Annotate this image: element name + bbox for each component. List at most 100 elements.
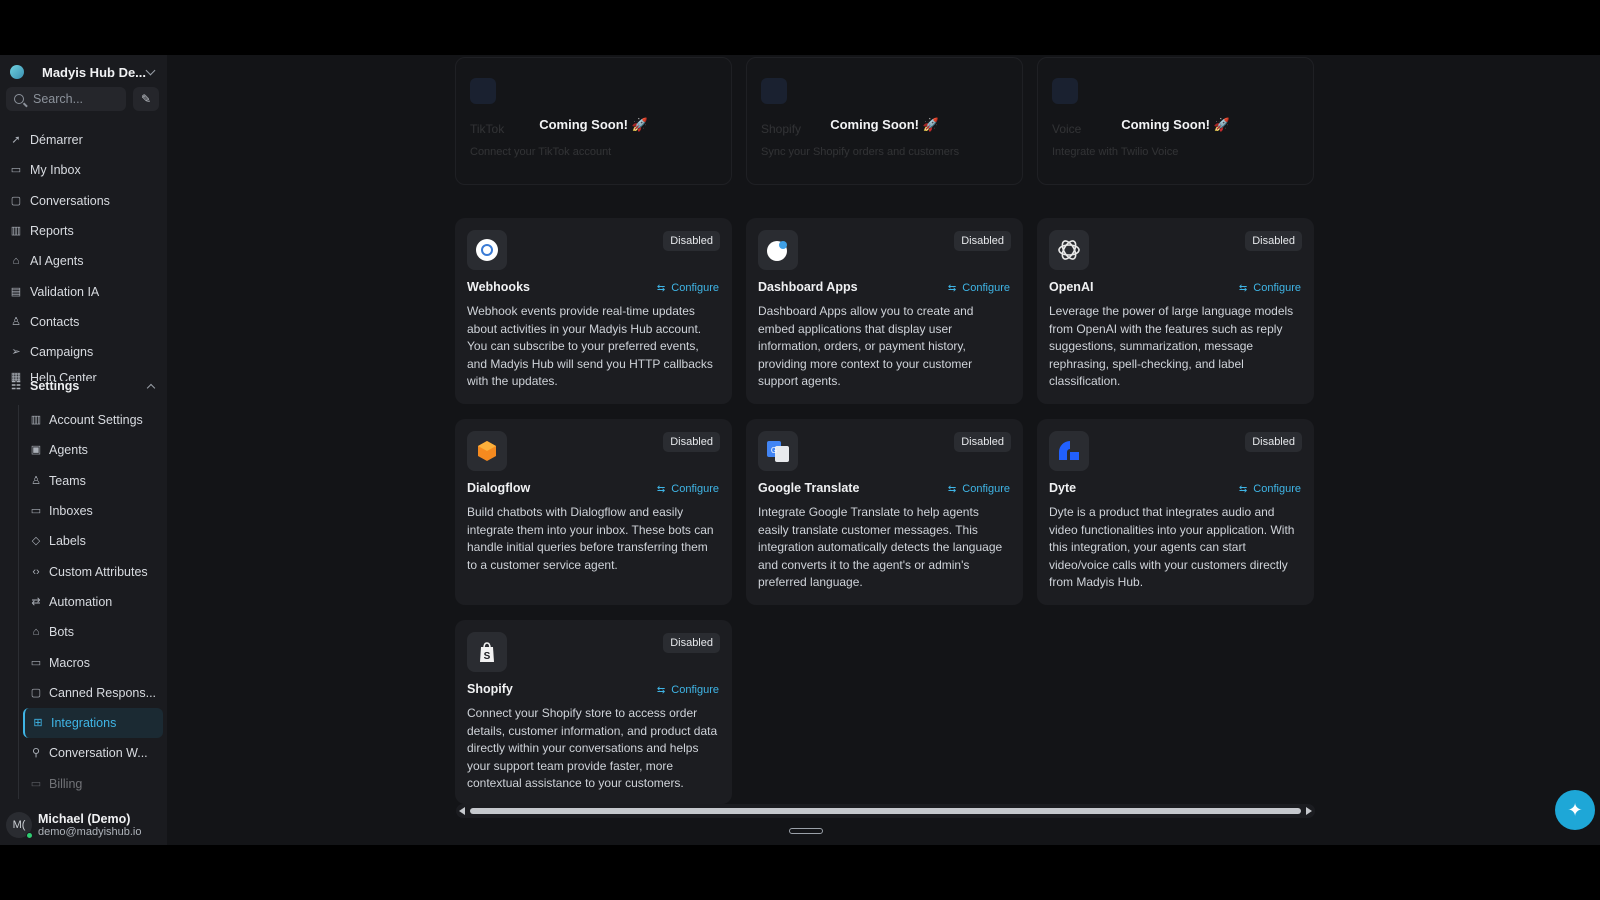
status-badge: Disabled bbox=[954, 231, 1011, 251]
compose-button[interactable]: ✎ bbox=[133, 87, 159, 111]
coming-soon-desc: Sync your Shopify orders and customers bbox=[761, 146, 960, 158]
sidebar-item-teams[interactable]: ♙ Teams bbox=[19, 466, 163, 496]
credit-card-icon: ▭ bbox=[30, 777, 42, 790]
webhook-icon bbox=[467, 230, 507, 270]
configure-label: Configure bbox=[671, 483, 719, 495]
svg-text:G: G bbox=[771, 446, 777, 455]
coming-soon-label: Coming Soon! 🚀 bbox=[1121, 117, 1230, 132]
sidebar-item-agents[interactable]: ▣ Agents bbox=[19, 435, 163, 465]
settings-sliders-icon: ⇆ bbox=[1238, 282, 1248, 294]
sidebar-item-label: Teams bbox=[49, 473, 86, 488]
search-icon bbox=[14, 94, 24, 104]
dashboard-apps-icon bbox=[758, 230, 798, 270]
integration-card-webhooks: Disabled Webhooks ⇆ Configure Webhook eve… bbox=[455, 218, 732, 404]
configure-label: Configure bbox=[1253, 282, 1301, 294]
nav-item-demarrer[interactable]: ➚ Démarrer bbox=[10, 125, 160, 155]
sidebar-item-automation[interactable]: ⇄ Automation bbox=[19, 587, 163, 617]
configure-button[interactable]: ⇆ Configure bbox=[948, 483, 1010, 495]
integration-description: Leverage the power of large language mod… bbox=[1049, 304, 1294, 389]
nav-item-my-inbox[interactable]: ▭ My Inbox bbox=[10, 155, 160, 185]
scrollbar-thumb[interactable] bbox=[470, 808, 1301, 814]
configure-button[interactable]: ⇆ Configure bbox=[1239, 483, 1301, 495]
configure-button[interactable]: ⇆ Configure bbox=[657, 282, 719, 294]
nav-item-label: Démarrer bbox=[30, 133, 83, 148]
nav-item-validation-ia[interactable]: ▤ Validation IA bbox=[10, 276, 160, 306]
message-square-icon: ▢ bbox=[30, 686, 42, 699]
chart-icon: ▥ bbox=[10, 225, 22, 238]
integration-description: Dyte is a product that integrates audio … bbox=[1049, 505, 1295, 590]
sidebar-item-custom-attributes[interactable]: ‹› Custom Attributes bbox=[19, 556, 163, 586]
grid-plus-icon: ⊞ bbox=[33, 717, 43, 730]
sidebar-item-integrations[interactable]: ⊞ Integrations bbox=[23, 707, 163, 739]
configure-button[interactable]: ⇆ Configure bbox=[948, 282, 1010, 294]
repeat-icon: ⇄ bbox=[31, 595, 41, 608]
integrations-page: TikTok Connect your TikTok account Coming… bbox=[167, 55, 1600, 845]
integration-title: Dashboard Apps bbox=[758, 280, 858, 294]
bot-icon: ⌂ bbox=[12, 255, 20, 268]
sidebar-item-inboxes[interactable]: ▭ Inboxes bbox=[19, 496, 163, 526]
nav-item-conversations[interactable]: ▢ Conversations bbox=[10, 186, 160, 216]
integration-title: Dyte bbox=[1049, 481, 1077, 495]
status-badge: Disabled bbox=[663, 633, 720, 653]
configure-button[interactable]: ⇆ Configure bbox=[657, 684, 719, 696]
sidebar-item-label: Billing bbox=[49, 776, 83, 791]
rocket-icon: ➚ bbox=[11, 134, 21, 147]
coming-soon-desc: Integrate with Twilio Voice bbox=[1052, 146, 1179, 158]
sidebar-item-billing[interactable]: ▭ Billing bbox=[19, 769, 163, 799]
settings-submenu: ▥ Account Settings ▣ Agents ♙ Teams ▭ Inboxe… bbox=[18, 405, 163, 799]
nav-item-campaigns[interactable]: ➢ Campaigns bbox=[10, 337, 160, 367]
nav-item-reports[interactable]: ▥ Reports bbox=[10, 216, 160, 246]
sidebar-item-label: Canned Respons... bbox=[49, 685, 157, 700]
sidebar-item-label: Custom Attributes bbox=[49, 564, 148, 579]
nav-item-label: Contacts bbox=[30, 314, 80, 329]
user-profile[interactable]: M( Michael (Demo) demo@madyishub.io bbox=[6, 810, 164, 840]
sidebar-item-label: Macros bbox=[49, 655, 90, 670]
google-translate-icon: G bbox=[758, 431, 798, 471]
sidebar-item-labels[interactable]: ◇ Labels bbox=[19, 526, 163, 556]
ai-assistant-button[interactable]: ✦ bbox=[1555, 790, 1595, 830]
sidebar-item-account-settings[interactable]: ▥ Account Settings bbox=[19, 405, 163, 435]
status-badge: Disabled bbox=[1245, 432, 1302, 452]
nav-item-contacts[interactable]: ♙ Contacts bbox=[10, 307, 160, 337]
integration-card-dyte: Disabled Dyte ⇆ Configure Dyte is a produ… bbox=[1037, 419, 1314, 605]
scroll-right-icon[interactable] bbox=[1306, 807, 1312, 815]
horizontal-scrollbar[interactable] bbox=[456, 804, 1315, 818]
integration-description: Connect your Shopify store to access ord… bbox=[467, 706, 718, 791]
nav-item-ai-agents[interactable]: ⌂ AI Agents bbox=[10, 246, 160, 276]
coming-soon-card: Voice Integrate with Twilio Voice Coming … bbox=[1037, 57, 1314, 185]
sidebar-item-conversation-workflows[interactable]: ⚲ Conversation W... bbox=[19, 738, 163, 768]
clipboard-icon: ▤ bbox=[10, 285, 22, 298]
status-badge: Disabled bbox=[663, 432, 720, 452]
integration-card-google-translate: G Disabled Google Translate ⇆ Configure I… bbox=[746, 419, 1023, 605]
search-placeholder: Search... bbox=[33, 92, 84, 106]
sidebar-item-macros[interactable]: ▭ Macros bbox=[19, 647, 163, 677]
search-input[interactable]: Search... bbox=[6, 87, 126, 111]
workspace-logo-icon bbox=[10, 65, 24, 79]
nav-item-label: AI Agents bbox=[30, 254, 84, 269]
settings-section-toggle[interactable]: ☷ Settings bbox=[10, 374, 160, 398]
workspace-switcher[interactable]: Madyis Hub De... bbox=[10, 61, 160, 83]
configure-button[interactable]: ⇆ Configure bbox=[1239, 282, 1301, 294]
integration-title: Dialogflow bbox=[467, 481, 531, 495]
configure-button[interactable]: ⇆ Configure bbox=[657, 483, 719, 495]
integration-title: Google Translate bbox=[758, 481, 860, 495]
integration-title: Webhooks bbox=[467, 280, 530, 294]
resize-handle[interactable] bbox=[789, 828, 823, 834]
integration-card-dialogflow: Disabled Dialogflow ⇆ Configure Build cha… bbox=[455, 419, 732, 605]
settings-sliders-icon: ⇆ bbox=[656, 684, 666, 696]
phone-icon bbox=[1052, 78, 1078, 104]
sidebar-item-label: Automation bbox=[49, 594, 113, 609]
integration-card-shopify: S Disabled Shopify ⇆ Configure Connect yo… bbox=[455, 620, 732, 804]
inbox-icon: ▭ bbox=[30, 505, 42, 518]
main-nav: ➚ Démarrer ▭ My Inbox ▢ Conversations ▥ Repo… bbox=[10, 125, 160, 381]
scroll-left-icon[interactable] bbox=[459, 807, 465, 815]
settings-sliders-icon: ⇆ bbox=[656, 282, 666, 294]
integration-description: Webhook events provide real-time updates… bbox=[467, 304, 713, 389]
shopify-icon bbox=[761, 78, 787, 104]
coming-soon-card: Shopify Sync your Shopify orders and cust… bbox=[746, 57, 1023, 185]
settings-sliders-icon: ⇆ bbox=[1238, 483, 1248, 495]
sidebar-item-bots[interactable]: ⌂ Bots bbox=[19, 617, 163, 647]
chat-icon: ▢ bbox=[10, 194, 22, 207]
sidebar-item-canned-responses[interactable]: ▢ Canned Respons... bbox=[19, 678, 163, 708]
tiktok-icon bbox=[470, 78, 496, 104]
